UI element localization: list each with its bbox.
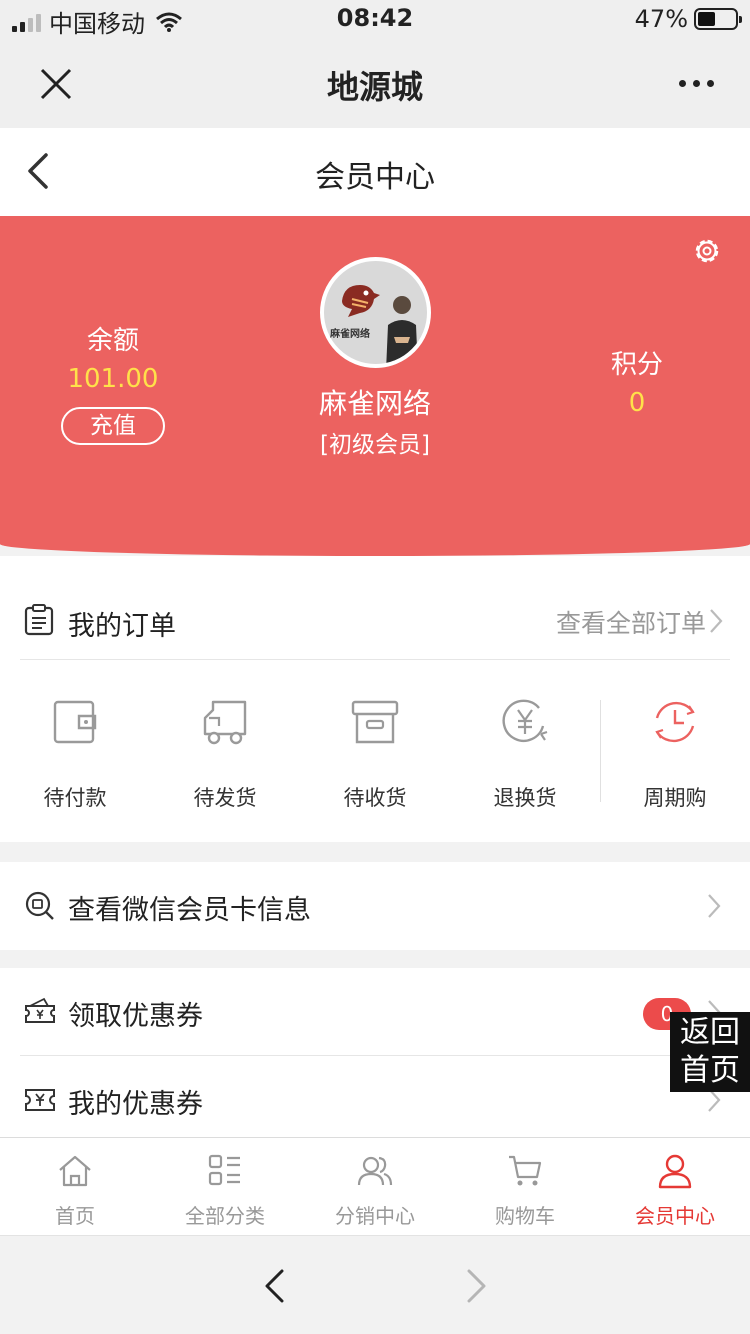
- my-orders-row[interactable]: 我的订单 查看全部订单: [20, 580, 730, 660]
- cart-icon: [509, 1155, 542, 1186]
- order-pending-receipt[interactable]: 待收货: [300, 696, 450, 816]
- claim-coupon-label: 领取优惠券: [68, 1001, 203, 1032]
- browser-forward-icon[interactable]: [465, 1268, 489, 1304]
- wechat-member-card-label: 查看微信会员卡信息: [68, 895, 311, 926]
- clipboard-icon: [24, 604, 54, 636]
- page-title: 会员中心: [315, 160, 435, 195]
- coupon-icon: [25, 1089, 55, 1111]
- user-icon: [658, 1154, 692, 1189]
- app-title: 地源城: [326, 68, 423, 106]
- coupon-ticket-icon: [25, 997, 55, 1023]
- card-search-icon: [25, 891, 54, 920]
- tab-home[interactable]: 首页: [0, 1138, 150, 1236]
- my-coupons-label: 我的优惠券: [68, 1089, 203, 1120]
- wechat-header: 地源城: [0, 40, 750, 128]
- claim-coupon-row[interactable]: 领取优惠券 0: [0, 968, 750, 1056]
- order-pending-shipment[interactable]: 待发货: [150, 696, 300, 816]
- sparrow-logo-icon: [342, 285, 380, 317]
- avatar-logo-text: 麻雀网络: [330, 329, 370, 340]
- back-to-home-button[interactable]: 返回 首页: [670, 1012, 750, 1092]
- tab-categories-label: 全部分类: [185, 1204, 265, 1228]
- order-subscription-label: 周期购: [643, 786, 707, 810]
- avatar[interactable]: 麻雀网络: [320, 257, 431, 368]
- settings-gear-icon[interactable]: [692, 236, 722, 266]
- bottom-tab-bar: 首页 全部分类 分销中心 购物车 会员中心: [0, 1137, 750, 1235]
- tab-categories[interactable]: 全部分类: [150, 1138, 300, 1236]
- chevron-right-icon: [708, 894, 721, 918]
- order-returns-label: 退换货: [493, 786, 557, 810]
- balance-label: 余额: [86, 326, 139, 356]
- tab-cart[interactable]: 购物车: [450, 1138, 600, 1236]
- back-to-home-line2: 首页: [680, 1053, 740, 1088]
- orders-section: 我的订单 查看全部订单 待付款 待发货 待收货 退换货 周期购: [0, 556, 750, 842]
- yuan-refund-icon: [502, 699, 548, 743]
- more-icon[interactable]: [679, 80, 714, 87]
- tab-distribution-label: 分销中心: [335, 1204, 415, 1228]
- truck-icon: [203, 700, 247, 745]
- member-level: [初级会员]: [320, 432, 430, 458]
- page-header: 会员中心: [0, 128, 750, 216]
- box-icon: [351, 700, 399, 744]
- view-all-orders-link[interactable]: 查看全部订单: [556, 604, 706, 640]
- chevron-right-icon: [710, 609, 723, 633]
- home-icon: [59, 1155, 91, 1187]
- clock-cycle-icon: [655, 701, 695, 743]
- browser-nav-bar: [0, 1235, 750, 1334]
- order-pending-receipt-label: 待收货: [343, 786, 407, 810]
- order-pending-shipment-label: 待发货: [193, 786, 257, 810]
- wallet-icon: [53, 700, 97, 744]
- battery-status: 47%: [634, 5, 742, 33]
- users-icon: [357, 1156, 393, 1186]
- member-banner: 余额 101.00 充值 麻雀网络 麻雀网络 [初级会员] 积分 0: [0, 216, 750, 556]
- back-to-home-line1: 返回: [680, 1015, 740, 1050]
- category-icon: [208, 1154, 240, 1186]
- my-coupons-row[interactable]: 我的优惠券: [0, 1056, 750, 1144]
- tab-member-center-label: 会员中心: [635, 1204, 715, 1228]
- tab-home-label: 首页: [55, 1204, 95, 1228]
- points-value: 0: [628, 388, 646, 418]
- battery-icon: [694, 8, 742, 30]
- order-pending-payment-label: 待付款: [43, 786, 107, 810]
- order-pending-payment[interactable]: 待付款: [0, 696, 150, 816]
- my-orders-label: 我的订单: [68, 611, 176, 642]
- tab-cart-label: 购物车: [495, 1204, 555, 1228]
- tab-distribution[interactable]: 分销中心: [300, 1138, 450, 1236]
- tab-member-center[interactable]: 会员中心: [600, 1138, 750, 1236]
- wechat-member-card-row[interactable]: 查看微信会员卡信息: [0, 862, 750, 950]
- order-subscription[interactable]: 周期购: [600, 696, 750, 816]
- person-photo-icon: [386, 296, 418, 364]
- points-label: 积分: [610, 350, 663, 380]
- order-returns[interactable]: 退换货: [450, 696, 600, 816]
- status-bar: 中国移动 08:42 47%: [0, 0, 750, 40]
- battery-percent: 47%: [634, 5, 688, 33]
- browser-back-icon[interactable]: [262, 1268, 286, 1304]
